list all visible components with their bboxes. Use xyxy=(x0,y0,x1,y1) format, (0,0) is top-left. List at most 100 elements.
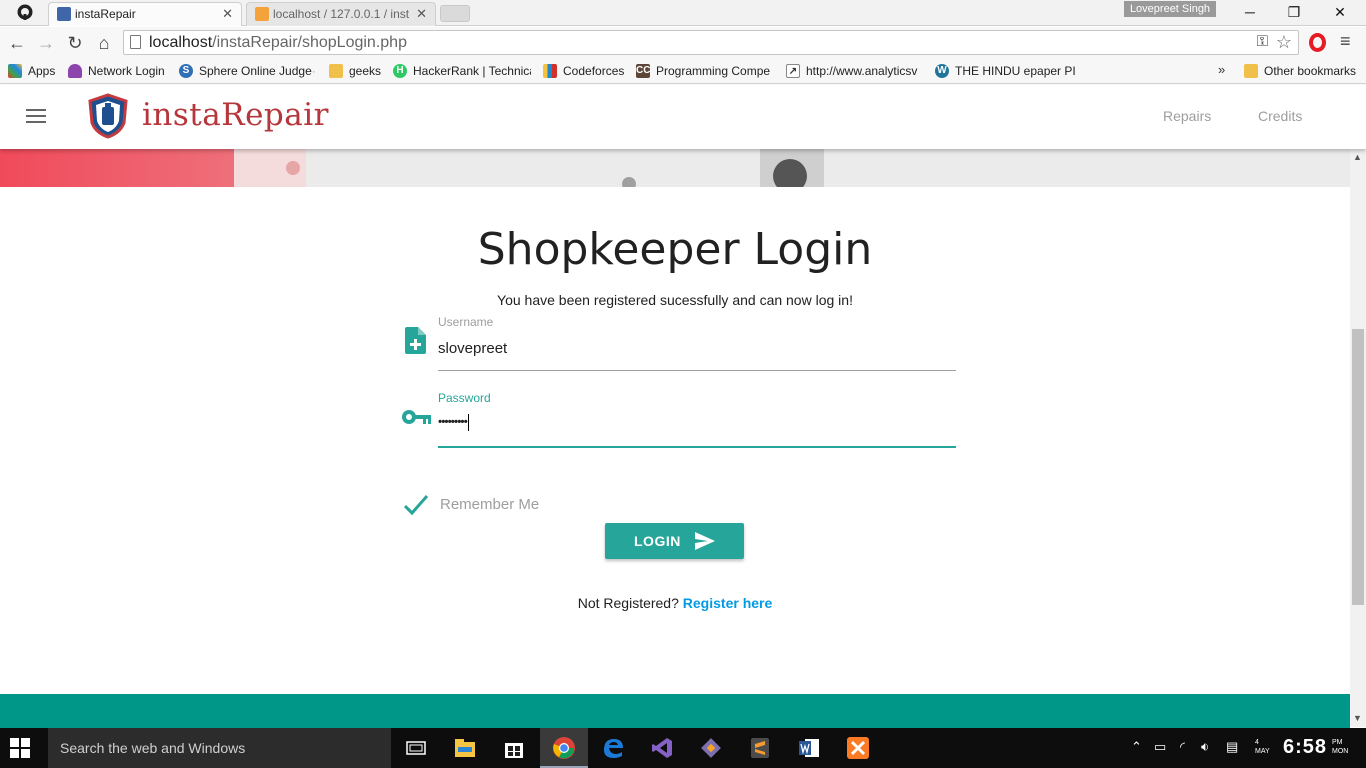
username-underline xyxy=(438,370,956,371)
new-tab-button[interactable] xyxy=(440,5,470,22)
wifi-icon[interactable]: ◜ xyxy=(1180,739,1185,755)
profile-name[interactable]: Lovepreet Singh xyxy=(1124,1,1216,17)
page-icon xyxy=(130,35,141,49)
bookmark-analytics[interactable]: ↗ http://www.analyticsv xyxy=(786,62,922,80)
site-footer xyxy=(0,694,1350,728)
volume-icon[interactable]: 🔉︎ xyxy=(1201,739,1209,755)
tab-title: localhost / 127.0.0.1 / inst xyxy=(273,7,410,21)
login-button[interactable]: LOGIN xyxy=(605,523,744,559)
chrome-menu-icon[interactable]: ≡ xyxy=(1340,31,1351,52)
edge-icon[interactable] xyxy=(601,736,625,760)
opera-extension-icon[interactable] xyxy=(1309,33,1326,52)
folder-icon xyxy=(329,64,343,78)
header-banner-image xyxy=(0,149,1350,187)
action-center-icon[interactable]: ▤ xyxy=(1226,739,1238,755)
bookmark-network-login[interactable]: Network Login xyxy=(68,62,172,80)
battery-icon[interactable]: ▭ xyxy=(1154,739,1166,755)
apps-grid-icon xyxy=(8,64,22,78)
phpmyadmin-favicon-icon xyxy=(255,7,269,21)
register-link[interactable]: Register here xyxy=(683,595,772,611)
sublime-text-icon[interactable] xyxy=(748,736,772,760)
note-add-icon xyxy=(405,327,426,354)
taskbar-search-box[interactable]: Search the web and Windows xyxy=(48,728,391,768)
minimize-icon[interactable]: ─ xyxy=(1228,2,1272,22)
address-bar[interactable]: localhost/instaRepair/shopLogin.php ⚿ ☆ xyxy=(123,30,1299,55)
scrollbar-thumb[interactable] xyxy=(1352,329,1364,605)
bookmark-codechef[interactable]: CC Programming Compe xyxy=(636,62,776,80)
success-message: You have been registered sucessfully and… xyxy=(497,292,853,308)
windows-start-icon[interactable] xyxy=(10,738,30,758)
date-display[interactable]: 4 MAY xyxy=(1255,738,1270,756)
scroll-up-icon[interactable]: ▲ xyxy=(1353,152,1362,162)
windows-taskbar: Search the web and Windows ⌃ ▭ ◜ 🔉︎ ▤ 4M… xyxy=(0,728,1366,768)
remember-me-label[interactable]: Remember Me xyxy=(440,496,539,513)
send-icon xyxy=(695,532,715,550)
task-view-icon[interactable] xyxy=(404,736,428,760)
tab-phpmyadmin[interactable]: localhost / 127.0.0.1 / inst ✕ xyxy=(246,2,436,26)
other-bookmarks[interactable]: Other bookmarks xyxy=(1244,62,1364,80)
back-icon[interactable]: ← xyxy=(5,31,29,55)
bookmark-star-icon[interactable]: ☆ xyxy=(1276,32,1292,53)
tab-title: instaRepair xyxy=(75,7,136,21)
key-icon xyxy=(402,410,431,424)
register-prompt: Not Registered? Register here xyxy=(0,595,1350,611)
word-icon[interactable] xyxy=(797,736,821,760)
wordpress-icon: W xyxy=(935,64,949,78)
more-bookmarks-chevron-icon[interactable]: » xyxy=(1218,62,1225,77)
not-registered-text: Not Registered? xyxy=(577,595,679,611)
login-button-label: LOGIN xyxy=(634,533,681,549)
hamburger-menu-icon[interactable] xyxy=(26,109,46,123)
folder-icon xyxy=(1244,64,1258,78)
nav-repairs-link[interactable]: Repairs xyxy=(1163,108,1211,124)
visual-studio-icon[interactable] xyxy=(650,736,674,760)
forward-icon[interactable]: → xyxy=(34,31,58,55)
hackerrank-icon: H xyxy=(393,64,407,78)
browser-toolbar: ← → ↻ ⌂ localhost/instaRepair/shopLogin.… xyxy=(0,27,1366,58)
password-label: Password xyxy=(438,391,491,405)
codechef-icon: CC xyxy=(636,64,651,78)
brand-name[interactable]: instaRepair xyxy=(142,97,329,133)
umbrella-icon xyxy=(68,64,82,78)
restore-icon[interactable]: ❐ xyxy=(1272,2,1316,22)
home-icon[interactable]: ⌂ xyxy=(92,31,116,55)
close-tab-icon[interactable]: ✕ xyxy=(222,3,233,25)
chart-icon: ↗ xyxy=(786,64,800,78)
close-tab-icon[interactable]: ✕ xyxy=(416,3,427,25)
reload-icon[interactable]: ↻ xyxy=(63,31,87,55)
shield-favicon-icon xyxy=(57,7,71,21)
username-label: Username xyxy=(438,315,494,329)
tab-instarepair[interactable]: instaRepair ✕ xyxy=(48,2,242,26)
bookmark-spoj[interactable]: S Sphere Online Judge· xyxy=(179,62,317,80)
close-window-icon[interactable]: ✕ xyxy=(1318,2,1362,22)
clock-ampm-day[interactable]: PM MON xyxy=(1332,738,1348,756)
bookmark-codeforces[interactable]: Codeforces xyxy=(543,62,627,80)
scroll-down-icon[interactable]: ▼ xyxy=(1353,713,1362,723)
show-hidden-icons-icon[interactable]: ⌃ xyxy=(1131,739,1142,755)
browser-tab-strip: instaRepair ✕ localhost / 127.0.0.1 / in… xyxy=(0,0,1366,26)
bookmark-hackerrank[interactable]: H HackerRank | Technica xyxy=(393,62,531,80)
url-text[interactable]: localhost/instaRepair/shopLogin.php xyxy=(149,34,407,52)
bookmarks-bar: Apps Network Login S Sphere Online Judge… xyxy=(0,58,1366,84)
page-title: Shopkeeper Login xyxy=(477,224,873,275)
remember-me-checkbox[interactable] xyxy=(404,494,428,516)
git-icon[interactable] xyxy=(699,736,723,760)
github-icon[interactable] xyxy=(14,4,36,22)
page-scrollbar[interactable]: ▲ ▼ xyxy=(1350,149,1366,727)
xampp-icon[interactable] xyxy=(846,736,870,760)
clock-time[interactable]: 6:58 xyxy=(1283,736,1327,759)
store-icon[interactable] xyxy=(502,736,526,760)
bookmark-folder-geeks[interactable]: geeks xyxy=(329,62,385,80)
key-icon[interactable]: ⚿ xyxy=(1257,33,1268,50)
password-input[interactable]: ••••••••• xyxy=(438,414,469,431)
bookmark-the-hindu[interactable]: W THE HINDU epaper PI xyxy=(935,62,1075,80)
site-navbar: instaRepair Repairs Credits xyxy=(0,85,1366,149)
bookmark-apps[interactable]: Apps xyxy=(8,62,60,80)
codeforces-icon xyxy=(543,64,557,78)
password-underline xyxy=(438,446,956,448)
file-explorer-icon[interactable] xyxy=(453,736,477,760)
shield-logo-icon[interactable] xyxy=(86,93,130,139)
spoj-icon: S xyxy=(179,64,193,78)
username-input[interactable]: slovepreet xyxy=(438,340,507,357)
chrome-icon[interactable] xyxy=(552,736,576,760)
nav-credits-link[interactable]: Credits xyxy=(1258,108,1302,124)
